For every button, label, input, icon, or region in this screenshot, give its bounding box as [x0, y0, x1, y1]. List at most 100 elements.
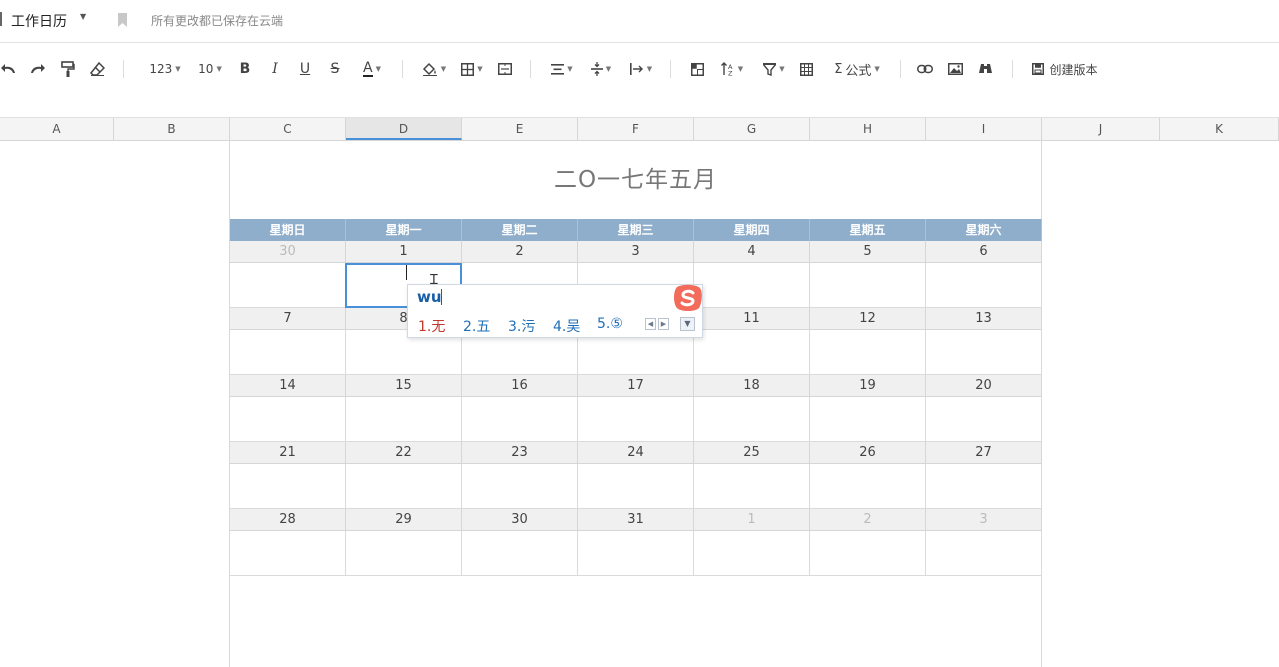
sort-button[interactable]: AZ ▼ — [718, 58, 746, 80]
day-number[interactable]: 29 — [346, 509, 462, 531]
day-cell[interactable] — [926, 263, 1042, 308]
day-number[interactable]: 14 — [230, 375, 346, 397]
day-number[interactable]: 28 — [230, 509, 346, 531]
day-cell[interactable] — [926, 531, 1042, 576]
filter-button[interactable]: ▼ — [760, 58, 788, 80]
day-cell[interactable] — [462, 397, 578, 442]
day-number[interactable]: 4 — [694, 241, 810, 263]
calendar-title[interactable]: 二O一七年五月 — [230, 160, 1041, 194]
day-number[interactable]: 22 — [346, 442, 462, 464]
day-number[interactable]: 26 — [810, 442, 926, 464]
day-number[interactable]: 2 — [810, 509, 926, 531]
font-size-select[interactable]: 10 ▼ — [195, 58, 225, 80]
column-header-a[interactable]: A — [0, 118, 114, 140]
text-wrap-button[interactable]: ▼ — [627, 58, 655, 80]
weekday-header[interactable]: 星期日 — [230, 219, 346, 241]
ime-candidate[interactable]: 5.⑤ — [597, 316, 623, 332]
day-number[interactable]: 6 — [926, 241, 1042, 263]
strikethrough-button[interactable]: S — [326, 58, 344, 80]
formula-button[interactable]: Σ 公式 ▼ — [829, 58, 885, 80]
column-header-h[interactable]: H — [810, 118, 926, 140]
day-number[interactable]: 1 — [346, 241, 462, 263]
font-color-button[interactable]: A ▼ — [355, 58, 389, 80]
day-cell[interactable] — [578, 531, 694, 576]
day-cell[interactable] — [578, 464, 694, 509]
column-header-c[interactable]: C — [230, 118, 346, 140]
day-number[interactable]: 13 — [926, 308, 1042, 330]
day-number[interactable]: 3 — [926, 509, 1042, 531]
day-number[interactable]: 5 — [810, 241, 926, 263]
borders-button[interactable]: ▼ — [458, 58, 486, 80]
day-cell[interactable] — [810, 330, 926, 375]
day-cell[interactable] — [694, 397, 810, 442]
sidebar-toggle-edge[interactable] — [0, 12, 2, 26]
ime-candidate[interactable]: 4.吴 — [553, 316, 580, 336]
day-number[interactable]: 25 — [694, 442, 810, 464]
day-cell[interactable] — [810, 397, 926, 442]
day-cell[interactable] — [810, 531, 926, 576]
day-cell[interactable] — [694, 263, 810, 308]
weekday-header[interactable]: 星期五 — [810, 219, 926, 241]
image-icon[interactable] — [946, 58, 964, 80]
document-title[interactable]: 工作日历 — [11, 11, 67, 31]
ime-prev-page-icon[interactable]: ◀ — [645, 318, 656, 330]
ime-candidate[interactable]: 3.污 — [508, 316, 535, 336]
day-number[interactable]: 1 — [694, 509, 810, 531]
day-number[interactable]: 11 — [694, 308, 810, 330]
day-number[interactable]: 21 — [230, 442, 346, 464]
day-number[interactable]: 16 — [462, 375, 578, 397]
day-number[interactable]: 31 — [578, 509, 694, 531]
day-number[interactable]: 19 — [810, 375, 926, 397]
day-cell[interactable] — [694, 330, 810, 375]
ime-candidate[interactable]: 1.无 — [418, 316, 445, 336]
column-header-b[interactable]: B — [114, 118, 230, 140]
horizontal-align-button[interactable]: ▼ — [546, 58, 578, 80]
day-cell[interactable] — [694, 464, 810, 509]
day-number[interactable]: 17 — [578, 375, 694, 397]
day-cell[interactable] — [346, 531, 462, 576]
day-cell[interactable] — [462, 464, 578, 509]
day-cell[interactable] — [230, 330, 346, 375]
column-header-k[interactable]: K — [1160, 118, 1279, 140]
weekday-header[interactable]: 星期四 — [694, 219, 810, 241]
day-number[interactable]: 30 — [230, 241, 346, 263]
freeze-panes-icon[interactable] — [688, 58, 706, 80]
ime-next-page-icon[interactable]: ▶ — [658, 318, 669, 330]
day-number[interactable]: 7 — [230, 308, 346, 330]
day-cell[interactable] — [230, 397, 346, 442]
undo-icon[interactable] — [0, 58, 18, 80]
day-cell[interactable] — [810, 464, 926, 509]
italic-button[interactable]: I — [266, 58, 284, 80]
day-number[interactable]: 24 — [578, 442, 694, 464]
merge-cells-icon[interactable] — [496, 58, 514, 80]
day-cell[interactable] — [578, 397, 694, 442]
bookmark-icon[interactable] — [118, 12, 127, 27]
ime-expand-icon[interactable]: ▼ — [680, 317, 695, 331]
weekday-header[interactable]: 星期三 — [578, 219, 694, 241]
find-binoculars-icon[interactable] — [976, 58, 994, 80]
day-cell[interactable] — [230, 531, 346, 576]
column-header-i[interactable]: I — [926, 118, 1042, 140]
day-cell[interactable] — [926, 397, 1042, 442]
weekday-header[interactable]: 星期一 — [346, 219, 462, 241]
formula-bar[interactable] — [0, 93, 1279, 118]
day-number[interactable]: 3 — [578, 241, 694, 263]
day-cell[interactable] — [230, 464, 346, 509]
day-cell[interactable] — [230, 263, 346, 308]
column-header-e[interactable]: E — [462, 118, 578, 140]
redo-icon[interactable] — [28, 58, 46, 80]
underline-button[interactable]: U — [296, 58, 314, 80]
weekday-header[interactable]: 星期二 — [462, 219, 578, 241]
ime-candidate[interactable]: 2.五 — [463, 316, 490, 336]
title-dropdown-icon[interactable]: ▼ — [80, 12, 86, 21]
day-number[interactable]: 20 — [926, 375, 1042, 397]
day-cell[interactable] — [694, 531, 810, 576]
clear-format-eraser-icon[interactable] — [88, 58, 106, 80]
column-header-f[interactable]: F — [578, 118, 694, 140]
weekday-header[interactable]: 星期六 — [926, 219, 1042, 241]
number-format-select[interactable]: 123 ▼ — [146, 58, 184, 80]
day-number[interactable]: 15 — [346, 375, 462, 397]
day-number[interactable]: 18 — [694, 375, 810, 397]
day-number[interactable]: 30 — [462, 509, 578, 531]
day-cell[interactable] — [462, 531, 578, 576]
